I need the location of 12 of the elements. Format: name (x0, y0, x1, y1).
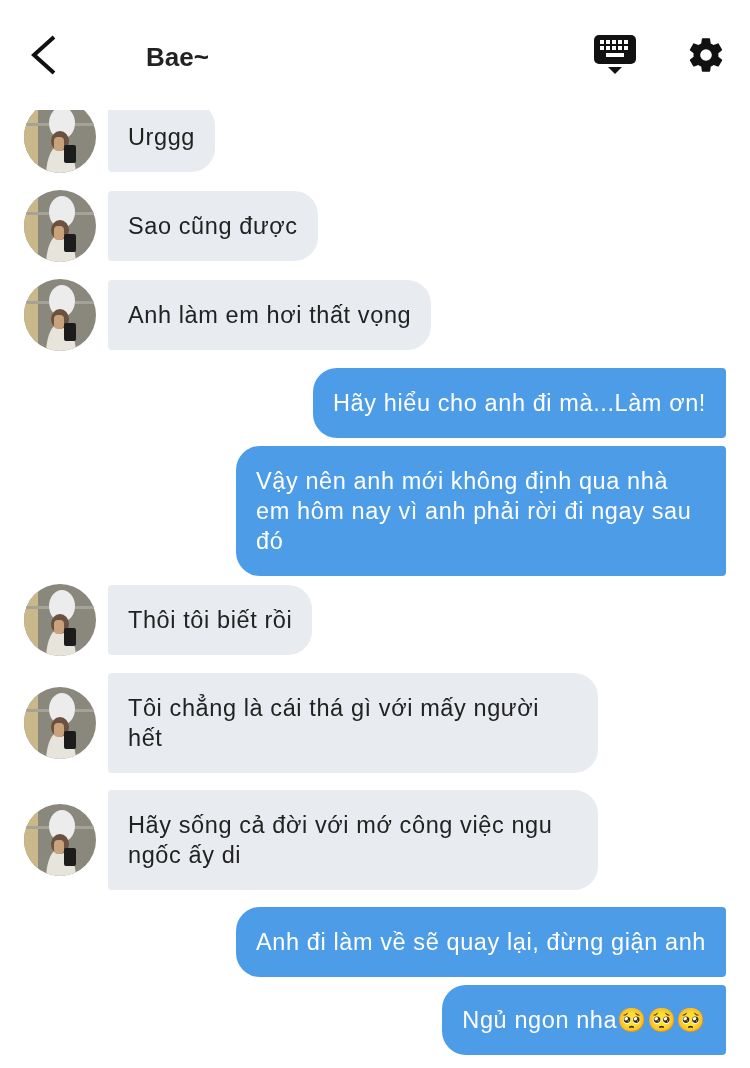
message-bubble: Thôi tôi biết rồi (108, 585, 313, 655)
contact-name: Bae~ (146, 40, 210, 73)
message-bubble: Sao cũng được (108, 191, 318, 261)
message-bubble: Hãy sống cả đời với mớ công việc ngu ngốc ấy di (108, 790, 598, 890)
message-bubble: Ngủ ngon nha🥺🥺🥺 (442, 985, 726, 1055)
message-bubble: Vậy nên anh mới không định qua nhà em hôm nay vì anh phải rời đi ngay sau đó (236, 446, 726, 576)
message-bubble: Anh làm em hơi thất vọng (108, 280, 432, 350)
message-bubble: Urggg (108, 110, 215, 172)
message-bubble: Hãy hiểu cho anh đi mà...Làm ơn! (313, 368, 726, 438)
message-bubble: Anh đi làm về sẽ quay lại, đừng giận anh (236, 907, 726, 977)
keyboard-button[interactable] (594, 35, 636, 75)
message-bubble: Tôi chẳng là cái thá gì với mấy người hết (108, 673, 598, 773)
